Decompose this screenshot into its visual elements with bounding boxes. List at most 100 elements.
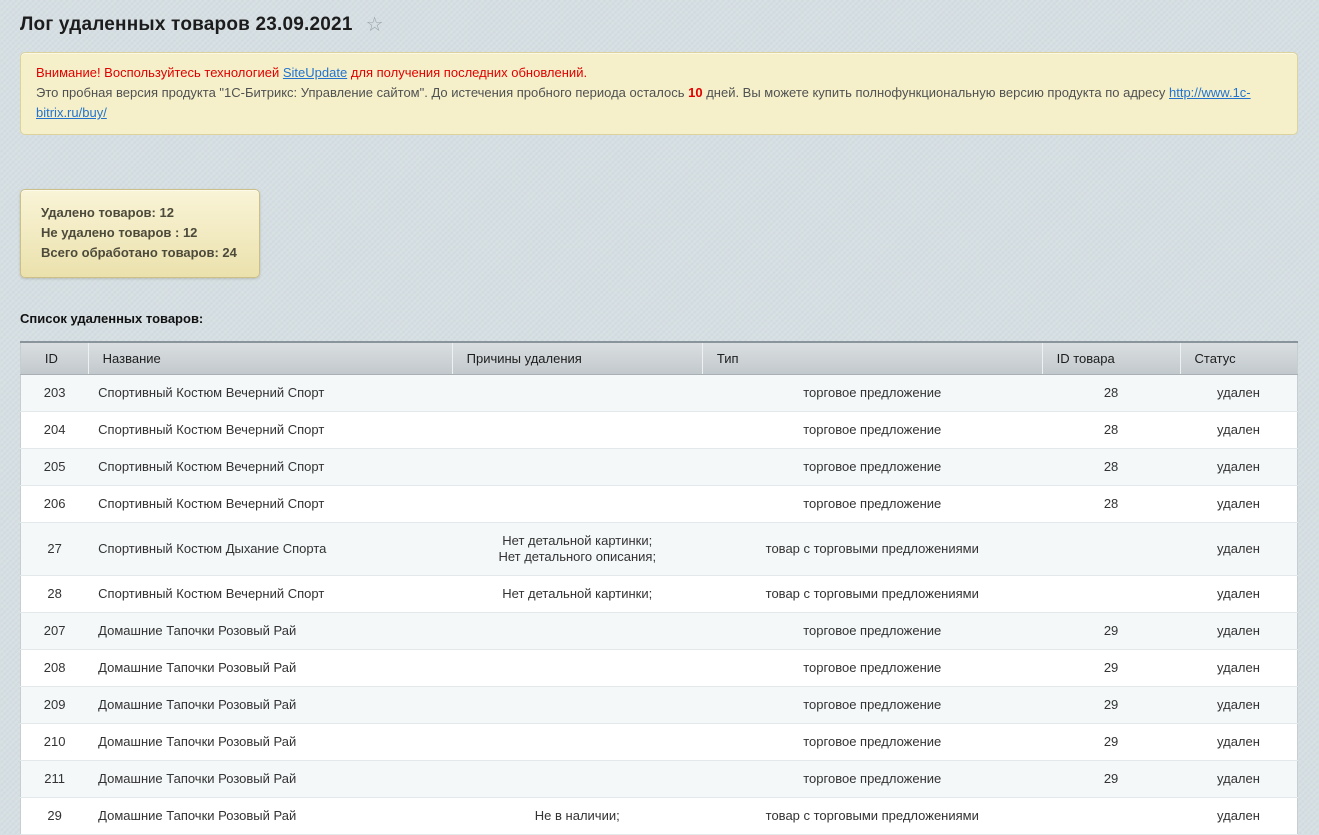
- cell-type: торговое предложение: [702, 613, 1042, 650]
- page-title-bar: Лог удаленных товаров 23.09.2021 ☆: [20, 14, 1298, 36]
- table-header-row: ID Название Причины удаления Тип ID това…: [21, 342, 1298, 375]
- update-warning-text-prefix: Внимание! Воспользуйтесь технологией: [36, 65, 283, 80]
- column-header-type: Тип: [702, 342, 1042, 375]
- cell-product-id: 28: [1042, 375, 1180, 412]
- cell-type: торговое предложение: [702, 449, 1042, 486]
- trial-notice-banner: Внимание! Воспользуйтесь технологией Sit…: [20, 52, 1298, 135]
- table-row: 210 Домашние Тапочки Розовый Рай торгово…: [21, 724, 1298, 761]
- cell-reasons: [452, 613, 702, 650]
- cell-reasons: [452, 650, 702, 687]
- cell-reasons: [452, 724, 702, 761]
- siteupdate-link[interactable]: SiteUpdate: [283, 65, 347, 80]
- cell-product-id: 29: [1042, 613, 1180, 650]
- deletion-summary-box: Удалено товаров: 12 Не удалено товаров :…: [20, 189, 260, 278]
- cell-product-id: 29: [1042, 687, 1180, 724]
- cell-name: Спортивный Костюм Дыхание Спорта: [88, 523, 452, 576]
- cell-product-id: 28: [1042, 412, 1180, 449]
- cell-product-id: 29: [1042, 761, 1180, 798]
- favorite-star-icon[interactable]: ☆: [366, 15, 384, 35]
- cell-name: Спортивный Костюм Вечерний Спорт: [88, 412, 452, 449]
- cell-product-id: 29: [1042, 650, 1180, 687]
- table-row: 205 Спортивный Костюм Вечерний Спорт тор…: [21, 449, 1298, 486]
- deleted-products-table: ID Название Причины удаления Тип ID това…: [20, 341, 1298, 835]
- cell-type: торговое предложение: [702, 486, 1042, 523]
- table-row: 209 Домашние Тапочки Розовый Рай торгово…: [21, 687, 1298, 724]
- cell-name: Домашние Тапочки Розовый Рай: [88, 650, 452, 687]
- cell-id: 207: [21, 613, 89, 650]
- update-warning-line: Внимание! Воспользуйтесь технологией Sit…: [36, 63, 1282, 83]
- column-header-status: Статус: [1180, 342, 1298, 375]
- cell-reasons: [452, 375, 702, 412]
- table-row: 28 Спортивный Костюм Вечерний Спорт Нет …: [21, 576, 1298, 613]
- cell-status: удален: [1180, 412, 1298, 449]
- summary-deleted-count: Удалено товаров: 12: [41, 203, 237, 223]
- cell-type: товар с торговыми предложениями: [702, 576, 1042, 613]
- cell-reasons: Не в наличии;: [452, 798, 702, 835]
- cell-type: торговое предложение: [702, 412, 1042, 449]
- cell-product-id: 29: [1042, 724, 1180, 761]
- update-warning-text-suffix: для получения последних обновлений.: [347, 65, 587, 80]
- cell-reasons: Нет детальной картинки;Нет детального оп…: [452, 523, 702, 576]
- cell-name: Спортивный Костюм Вечерний Спорт: [88, 576, 452, 613]
- cell-name: Домашние Тапочки Розовый Рай: [88, 761, 452, 798]
- cell-id: 206: [21, 486, 89, 523]
- table-row: 206 Спортивный Костюм Вечерний Спорт тор…: [21, 486, 1298, 523]
- cell-id: 211: [21, 761, 89, 798]
- cell-name: Домашние Тапочки Розовый Рай: [88, 687, 452, 724]
- admin-content-area: Лог удаленных товаров 23.09.2021 ☆ Внима…: [0, 0, 1319, 835]
- cell-id: 208: [21, 650, 89, 687]
- cell-id: 205: [21, 449, 89, 486]
- cell-reasons: [452, 412, 702, 449]
- summary-not-deleted-count: Не удалено товаров : 12: [41, 223, 237, 243]
- cell-reasons: [452, 449, 702, 486]
- cell-status: удален: [1180, 375, 1298, 412]
- cell-type: торговое предложение: [702, 761, 1042, 798]
- cell-status: удален: [1180, 798, 1298, 835]
- cell-status: удален: [1180, 449, 1298, 486]
- cell-type: торговое предложение: [702, 650, 1042, 687]
- cell-type: торговое предложение: [702, 687, 1042, 724]
- table-row: 203 Спортивный Костюм Вечерний Спорт тор…: [21, 375, 1298, 412]
- column-header-product-id: ID товара: [1042, 342, 1180, 375]
- table-row: 211 Домашние Тапочки Розовый Рай торгово…: [21, 761, 1298, 798]
- cell-type: товар с торговыми предложениями: [702, 798, 1042, 835]
- cell-id: 204: [21, 412, 89, 449]
- cell-id: 210: [21, 724, 89, 761]
- cell-status: удален: [1180, 650, 1298, 687]
- cell-status: удален: [1180, 724, 1298, 761]
- cell-reasons: Нет детальной картинки;: [452, 576, 702, 613]
- cell-name: Домашние Тапочки Розовый Рай: [88, 613, 452, 650]
- cell-name: Спортивный Костюм Вечерний Спорт: [88, 375, 452, 412]
- cell-name: Домашние Тапочки Розовый Рай: [88, 724, 452, 761]
- cell-id: 28: [21, 576, 89, 613]
- cell-id: 203: [21, 375, 89, 412]
- cell-status: удален: [1180, 486, 1298, 523]
- page-title: Лог удаленных товаров 23.09.2021: [20, 14, 353, 36]
- cell-type: торговое предложение: [702, 724, 1042, 761]
- column-header-name: Название: [88, 342, 452, 375]
- table-row: 27 Спортивный Костюм Дыхание Спорта Нет …: [21, 523, 1298, 576]
- cell-type: товар с торговыми предложениями: [702, 523, 1042, 576]
- trial-text-part1: Это пробная версия продукта "1С-Битрикс:…: [36, 85, 688, 100]
- table-row: 204 Спортивный Костюм Вечерний Спорт тор…: [21, 412, 1298, 449]
- cell-name: Спортивный Костюм Вечерний Спорт: [88, 449, 452, 486]
- cell-product-id: [1042, 576, 1180, 613]
- cell-product-id: [1042, 798, 1180, 835]
- table-row: 29 Домашние Тапочки Розовый Рай Не в нал…: [21, 798, 1298, 835]
- cell-status: удален: [1180, 523, 1298, 576]
- table-body: 203 Спортивный Костюм Вечерний Спорт тор…: [21, 375, 1298, 835]
- cell-reasons: [452, 687, 702, 724]
- trial-version-line: Это пробная версия продукта "1С-Битрикс:…: [36, 83, 1282, 123]
- column-header-reasons: Причины удаления: [452, 342, 702, 375]
- cell-reasons: [452, 486, 702, 523]
- cell-name: Спортивный Костюм Вечерний Спорт: [88, 486, 452, 523]
- table-row: 208 Домашние Тапочки Розовый Рай торгово…: [21, 650, 1298, 687]
- cell-product-id: [1042, 523, 1180, 576]
- trial-text-part2: дней. Вы можете купить полнофункциональн…: [703, 85, 1169, 100]
- column-header-id: ID: [21, 342, 89, 375]
- trial-days-left: 10: [688, 85, 702, 100]
- cell-type: торговое предложение: [702, 375, 1042, 412]
- cell-status: удален: [1180, 613, 1298, 650]
- cell-product-id: 28: [1042, 486, 1180, 523]
- cell-id: 27: [21, 523, 89, 576]
